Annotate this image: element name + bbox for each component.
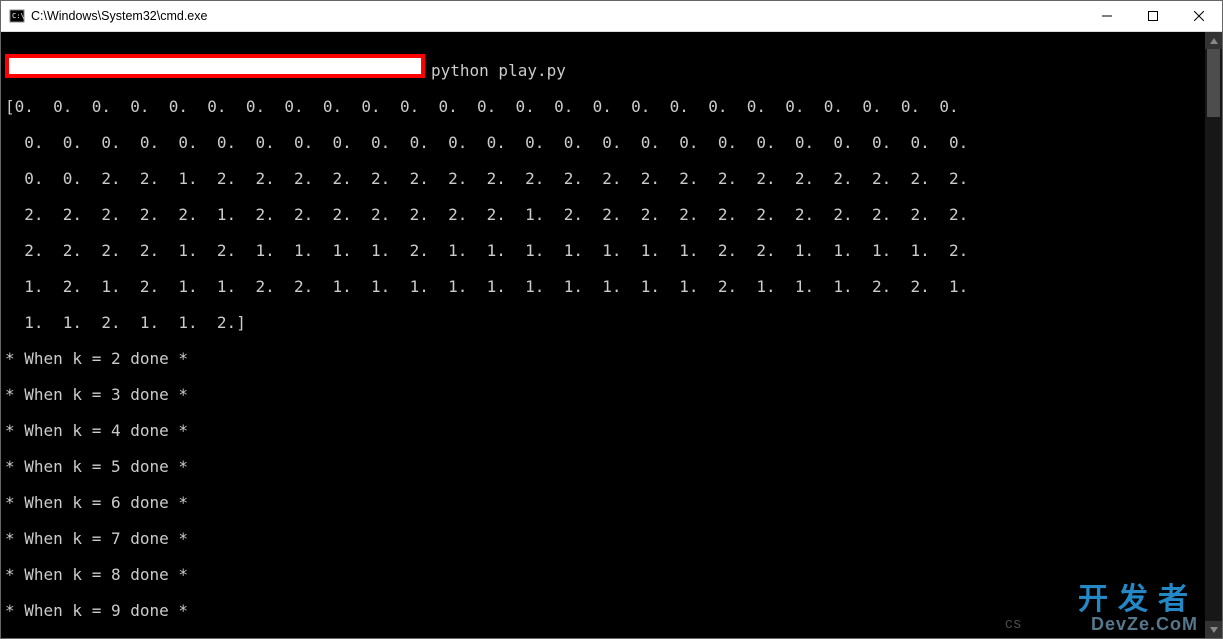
output-line: * When k = 5 done *: [5, 458, 1201, 476]
svg-text:C:\: C:\: [12, 12, 25, 20]
output-line: [0. 0. 0. 0. 0. 0. 0. 0. 0. 0. 0. 0. 0. …: [5, 98, 1201, 116]
terminal-body[interactable]: python play.py [0. 0. 0. 0. 0. 0. 0. 0. …: [1, 32, 1222, 638]
command-text: python play.py: [431, 62, 566, 80]
watermark-cs: cs: [1005, 615, 1022, 632]
output-line: * When k = 3 done *: [5, 386, 1201, 404]
output-line: * When k = 2 done *: [5, 350, 1201, 368]
scrollbar-thumb[interactable]: [1207, 49, 1220, 117]
output-line: 1. 2. 1. 2. 1. 1. 2. 2. 1. 1. 1. 1. 1. 1…: [5, 278, 1201, 296]
terminal-content: python play.py [0. 0. 0. 0. 0. 0. 0. 0. …: [1, 32, 1205, 638]
output-line: * When k = 8 done *: [5, 566, 1201, 584]
output-line: 2. 2. 2. 2. 2. 1. 2. 2. 2. 2. 2. 2. 2. 1…: [5, 206, 1201, 224]
maximize-button[interactable]: [1130, 1, 1176, 31]
output-line: * When k = 7 done *: [5, 530, 1201, 548]
minimize-button[interactable]: [1084, 1, 1130, 31]
redacted-path-1: [5, 54, 425, 78]
output-line: * When k = 6 done *: [5, 494, 1201, 512]
output-line: 0. 0. 0. 0. 0. 0. 0. 0. 0. 0. 0. 0. 0. 0…: [5, 134, 1201, 152]
close-button[interactable]: [1176, 1, 1222, 31]
titlebar[interactable]: C:\ C:\Windows\System32\cmd.exe: [1, 1, 1222, 32]
scrollbar[interactable]: [1205, 32, 1222, 638]
window-title: C:\Windows\System32\cmd.exe: [31, 9, 1084, 23]
scrollbar-up-button[interactable]: [1205, 32, 1222, 49]
output-line: * When k = 4 done *: [5, 422, 1201, 440]
output-line: 1. 1. 2. 1. 1. 2.]: [5, 314, 1201, 332]
output-line: 2. 2. 2. 2. 1. 2. 1. 1. 1. 1. 2. 1. 1. 1…: [5, 242, 1201, 260]
cmd-app-icon: C:\: [9, 8, 25, 24]
output-line: 0. 0. 2. 2. 1. 2. 2. 2. 2. 2. 2. 2. 2. 2…: [5, 170, 1201, 188]
scrollbar-down-button[interactable]: [1205, 621, 1222, 638]
window-controls: [1084, 1, 1222, 31]
cmd-window: C:\ C:\Windows\System32\cmd.exe python p…: [0, 0, 1223, 639]
